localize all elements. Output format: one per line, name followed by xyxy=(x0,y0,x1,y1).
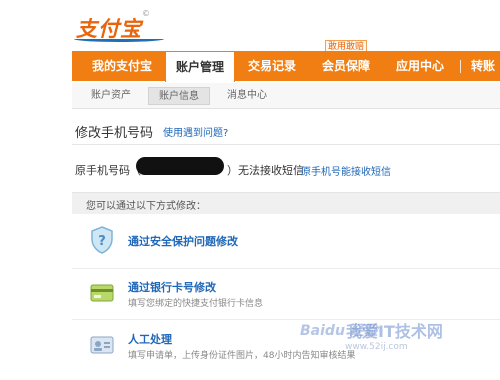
subnav-item-messages[interactable]: 消息中心 xyxy=(218,87,276,105)
nav-item-transfer[interactable]: 转账 xyxy=(466,51,500,81)
page-title: 修改手机号码 xyxy=(75,126,154,141)
phone-can-receive-link[interactable]: 原手机号能接收短信 xyxy=(301,163,391,178)
option-bank-card-title[interactable]: 通过银行卡号修改 xyxy=(128,279,216,295)
nav-item-my-alipay[interactable]: 我的支付宝 xyxy=(80,51,164,81)
option-security-question[interactable]: ? 通过安全保护问题修改 xyxy=(72,215,500,269)
id-card-icon xyxy=(90,335,114,359)
redacted-phone-number xyxy=(136,157,224,175)
bank-card-icon xyxy=(90,283,114,307)
subnav-item-account-info[interactable]: 账户信息 xyxy=(148,87,210,105)
logo-swoosh xyxy=(74,36,164,42)
logo-registered-mark: © xyxy=(142,9,150,18)
nav-item-transactions[interactable]: 交易记录 xyxy=(240,51,304,81)
header: 支付宝 © xyxy=(0,0,500,48)
methods-header: 您可以通过以下方式修改： xyxy=(72,192,500,214)
option-bank-card-desc: 填写您绑定的快捷支付银行卡信息 xyxy=(128,299,264,309)
site-url-watermark: www.52ij.com xyxy=(345,342,408,352)
option-security-question-title[interactable]: 通过安全保护问题修改 xyxy=(128,233,238,249)
shield-icon: ? xyxy=(90,226,114,258)
original-phone-label: 原手机号码（ xyxy=(75,164,141,177)
help-link[interactable]: 使用遇到问题? xyxy=(163,124,228,139)
sub-nav: 账户资产 账户信息 消息中心 xyxy=(72,83,500,109)
nav-item-app-center[interactable]: 应用中心 xyxy=(388,51,452,81)
original-phone-status: ）无法接收短信 xyxy=(227,164,304,177)
svg-text:?: ? xyxy=(98,234,106,249)
option-bank-card[interactable]: 通过银行卡号修改 填写您绑定的快捷支付银行卡信息 xyxy=(72,270,500,320)
option-manual-desc: 填写申请单，上传身份证件图片，48小时内告知审核结果 xyxy=(128,351,356,361)
nav-separator xyxy=(460,60,461,73)
main-nav: 我的支付宝 账户管理 交易记录 会员保障 应用中心 转账 xyxy=(72,51,500,82)
site-watermark: 我爱IT技术网 xyxy=(346,322,443,341)
title-divider xyxy=(72,144,500,145)
option-manual-title[interactable]: 人工处理 xyxy=(128,331,172,347)
subnav-item-assets[interactable]: 账户资产 xyxy=(82,87,140,105)
nav-item-member-protection[interactable]: 会员保障 xyxy=(314,51,378,81)
nav-item-account-management[interactable]: 账户管理 xyxy=(165,51,235,82)
methods-header-text: 您可以通过以下方式修改： xyxy=(86,201,206,212)
